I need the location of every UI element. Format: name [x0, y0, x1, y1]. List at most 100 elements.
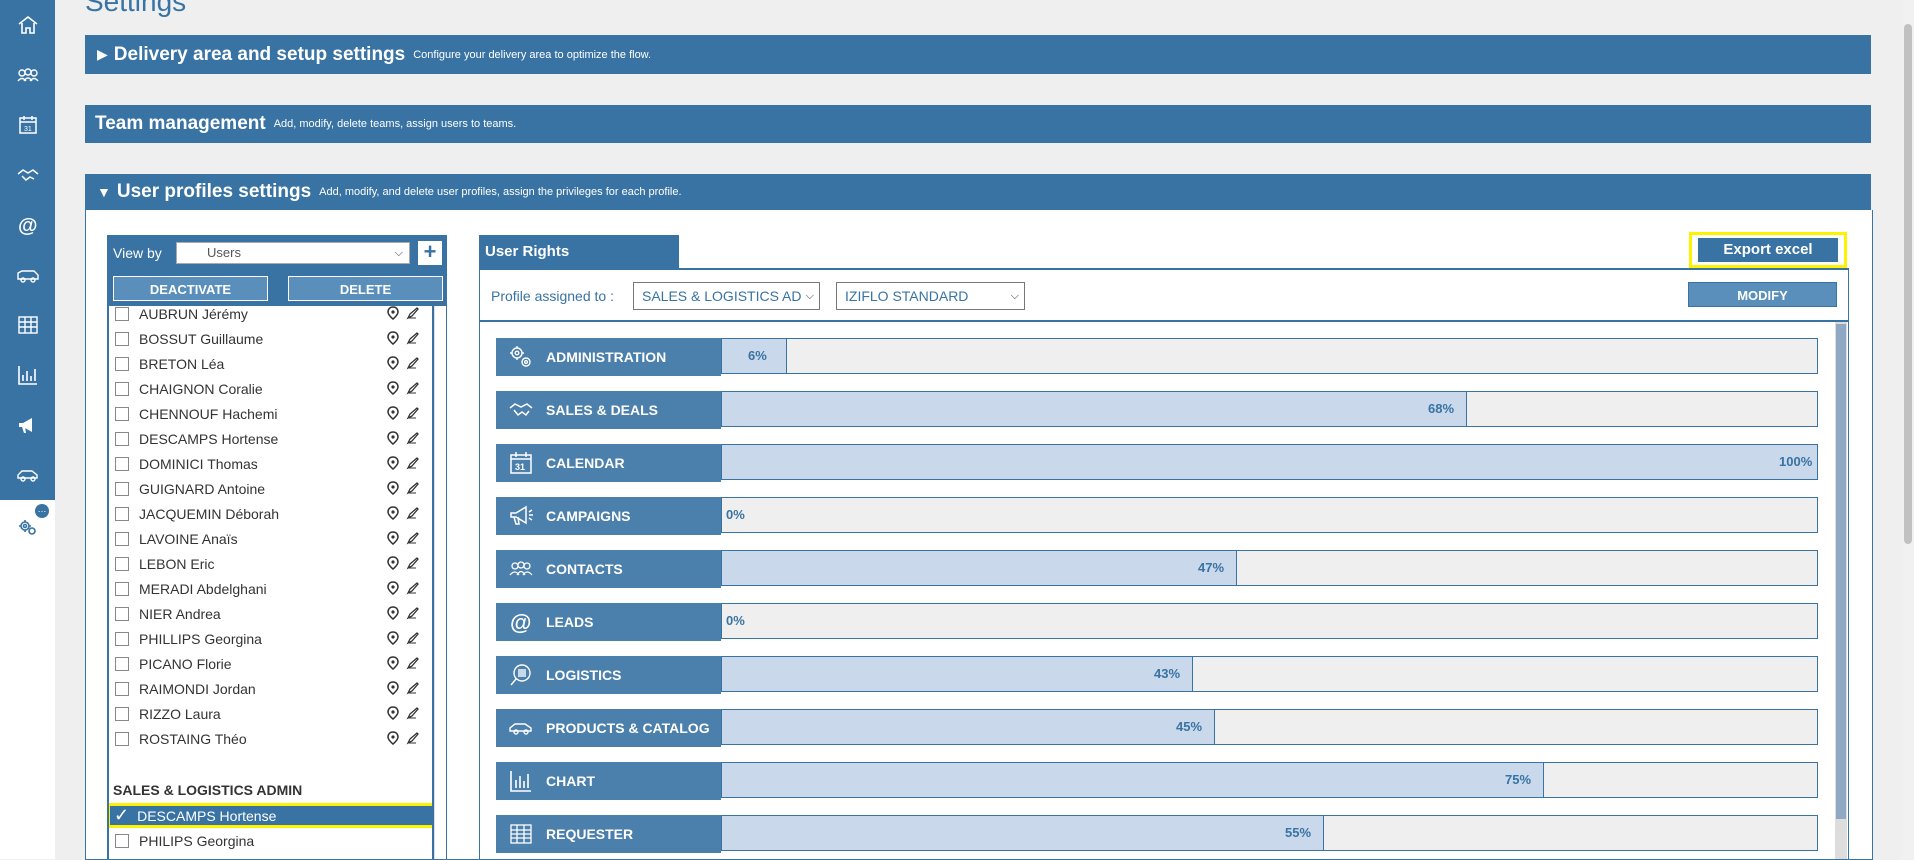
checkmark-icon[interactable]: ✓: [114, 805, 129, 826]
location-icon[interactable]: [386, 706, 400, 720]
page-scrollbar[interactable]: [1902, 0, 1914, 859]
module-progress-bar[interactable]: 0%: [721, 603, 1818, 639]
home-icon[interactable]: [0, 0, 55, 50]
module-row[interactable]: CONTACTS 47%: [496, 550, 1818, 588]
user-row[interactable]: BRETON Léa: [109, 351, 432, 376]
edit-icon[interactable]: [406, 656, 420, 670]
edit-icon[interactable]: [406, 581, 420, 595]
edit-icon[interactable]: [406, 731, 420, 745]
location-icon[interactable]: [386, 606, 400, 620]
user-row[interactable]: NIER Andrea: [109, 601, 432, 626]
user-row[interactable]: DOMINICI Thomas: [109, 451, 432, 476]
module-label[interactable]: PRODUCTS & CATALOG: [496, 709, 721, 747]
user-row[interactable]: PICANO Florie: [109, 651, 432, 676]
user-row[interactable]: PHILIPS Georgina: [109, 828, 432, 853]
edit-icon[interactable]: [406, 506, 420, 520]
edit-icon[interactable]: [406, 706, 420, 720]
add-user-button[interactable]: +: [418, 241, 442, 265]
tab-user-rights[interactable]: User Rights: [479, 235, 679, 269]
user-row[interactable]: ROSTAING Théo: [109, 726, 432, 751]
module-progress-bar[interactable]: 100%: [721, 444, 1818, 480]
edit-icon[interactable]: [406, 406, 420, 420]
page-scrollbar-thumb[interactable]: [1904, 24, 1912, 544]
module-label[interactable]: SALES & DEALS: [496, 391, 721, 429]
user-row[interactable]: CHENNOUF Hachemi: [109, 401, 432, 426]
table-icon[interactable]: [0, 300, 55, 350]
module-label[interactable]: @ LEADS: [496, 603, 721, 641]
location-icon[interactable]: [386, 406, 400, 420]
edit-icon[interactable]: [406, 681, 420, 695]
location-icon[interactable]: [386, 381, 400, 395]
user-row[interactable]: AUBRUN Jérémy: [109, 306, 432, 326]
module-row[interactable]: @ LEADS 0%: [496, 603, 1818, 641]
user-row[interactable]: JACQUEMIN Déborah: [109, 501, 432, 526]
user-row[interactable]: MERADI Abdelghani: [109, 576, 432, 601]
edit-icon[interactable]: [406, 431, 420, 445]
user-list-scrollbar[interactable]: [434, 306, 446, 859]
module-progress-bar[interactable]: 68%: [721, 391, 1818, 427]
delivery-truck-icon[interactable]: [0, 250, 55, 300]
rights-scrollbar[interactable]: [1835, 322, 1847, 859]
section-profiles[interactable]: ▼ User profiles settings Add, modify, an…: [85, 174, 1871, 210]
user-row[interactable]: PHILLIPS Georgina: [109, 626, 432, 651]
module-progress-bar[interactable]: 47%: [721, 550, 1818, 586]
user-checkbox[interactable]: [115, 381, 129, 396]
location-icon[interactable]: [386, 556, 400, 570]
edit-icon[interactable]: [406, 631, 420, 645]
chart-icon[interactable]: [0, 350, 55, 400]
user-checkbox[interactable]: [115, 631, 129, 646]
edit-icon[interactable]: [406, 331, 420, 345]
user-checkbox[interactable]: [115, 556, 129, 571]
location-icon[interactable]: [386, 531, 400, 545]
user-checkbox[interactable]: [115, 481, 129, 496]
user-checkbox[interactable]: [115, 681, 129, 696]
edit-icon[interactable]: [406, 306, 420, 320]
module-row[interactable]: SALES & DEALS 68%: [496, 391, 1818, 429]
module-row[interactable]: 31 CALENDAR 100%: [496, 444, 1818, 482]
location-icon[interactable]: [386, 456, 400, 470]
module-progress-bar[interactable]: 75%: [721, 762, 1818, 798]
module-label[interactable]: CAMPAIGNS: [496, 497, 721, 535]
module-row[interactable]: REQUESTER 55%: [496, 815, 1818, 853]
edit-icon[interactable]: [406, 356, 420, 370]
calendar-icon[interactable]: 31: [0, 100, 55, 150]
edit-icon[interactable]: [406, 556, 420, 570]
profile-select[interactable]: SALES & LOGISTICS AD ⌵: [633, 282, 820, 310]
delete-button[interactable]: DELETE: [288, 276, 443, 301]
module-label[interactable]: CHART: [496, 762, 721, 800]
location-icon[interactable]: [386, 481, 400, 495]
edit-icon[interactable]: [406, 481, 420, 495]
user-row[interactable]: RAIMONDI Jordan: [109, 676, 432, 701]
user-checkbox[interactable]: [115, 731, 129, 746]
template-select[interactable]: IZIFLO STANDARD ⌵: [836, 282, 1025, 310]
user-row[interactable]: GUIGNARD Antoine: [109, 476, 432, 501]
user-checkbox[interactable]: [115, 833, 129, 848]
module-progress-bar[interactable]: 55%: [721, 815, 1818, 851]
edit-icon[interactable]: [406, 531, 420, 545]
export-excel-button[interactable]: Export excel: [1689, 232, 1847, 268]
view-by-select[interactable]: Users ⌵: [176, 242, 410, 264]
module-progress-bar[interactable]: 0%: [721, 497, 1818, 533]
modify-button[interactable]: MODIFY: [1688, 282, 1837, 307]
location-icon[interactable]: [386, 356, 400, 370]
edit-icon[interactable]: [406, 606, 420, 620]
module-label[interactable]: ADMINISTRATION: [496, 338, 721, 376]
edit-icon[interactable]: [406, 456, 420, 470]
deactivate-button[interactable]: DEACTIVATE: [113, 276, 268, 301]
location-icon[interactable]: [386, 631, 400, 645]
location-icon[interactable]: [386, 331, 400, 345]
user-checkbox[interactable]: [115, 531, 129, 546]
user-checkbox[interactable]: [115, 431, 129, 446]
module-row[interactable]: LOGISTICS 43%: [496, 656, 1818, 694]
user-row[interactable]: BOSSUT Guillaume: [109, 326, 432, 351]
module-row[interactable]: ADMINISTRATION 6%: [496, 338, 1818, 376]
location-icon[interactable]: [386, 306, 400, 320]
module-progress-bar[interactable]: 43%: [721, 656, 1818, 692]
user-row[interactable]: CHAIGNON Coralie: [109, 376, 432, 401]
user-checkbox[interactable]: [115, 706, 129, 721]
module-row[interactable]: PRODUCTS & CATALOG 45%: [496, 709, 1818, 747]
module-label[interactable]: REQUESTER: [496, 815, 721, 853]
module-label[interactable]: CONTACTS: [496, 550, 721, 588]
user-row-selected[interactable]: ✓ DESCAMPS Hortense: [109, 803, 432, 828]
user-row[interactable]: LEBON Eric: [109, 551, 432, 576]
